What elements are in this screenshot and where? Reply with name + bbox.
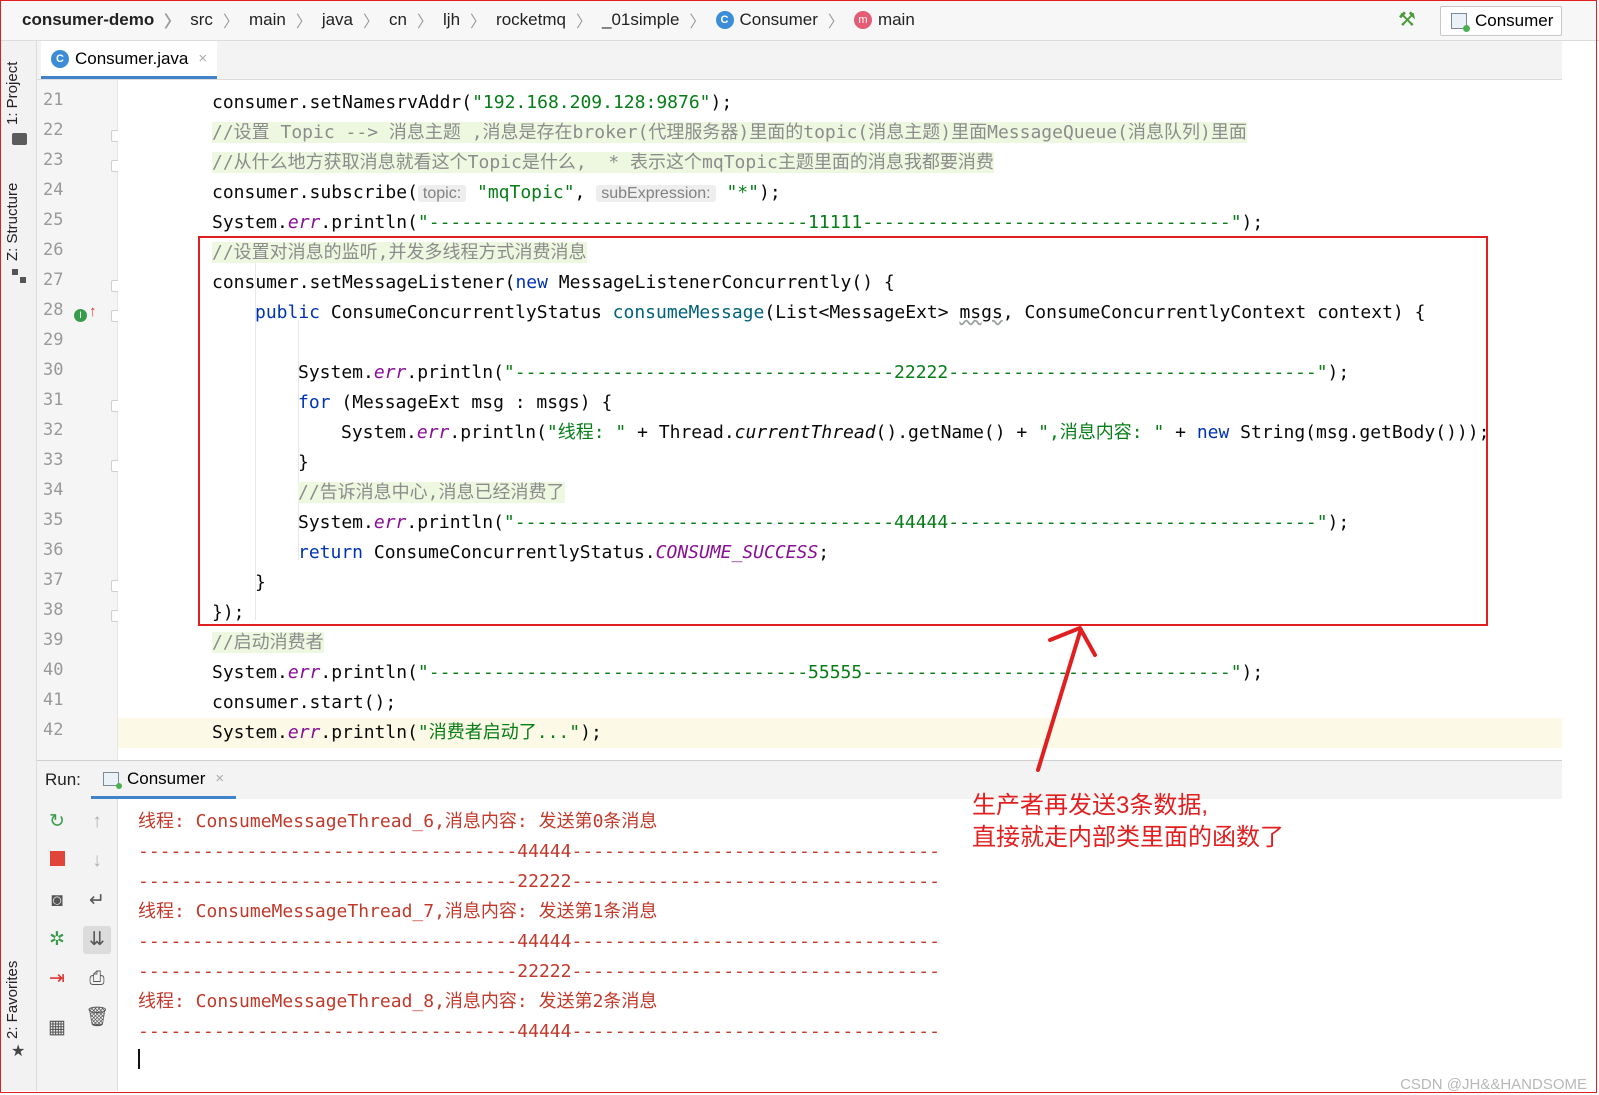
annotation-text: 生产者再发送3条数据, 直接就走内部类里面的函数了 [972, 792, 1284, 851]
watermark: CSDN @JH&&HANDSOME [1400, 1076, 1587, 1093]
annotation-arrow [1036, 626, 1097, 772]
